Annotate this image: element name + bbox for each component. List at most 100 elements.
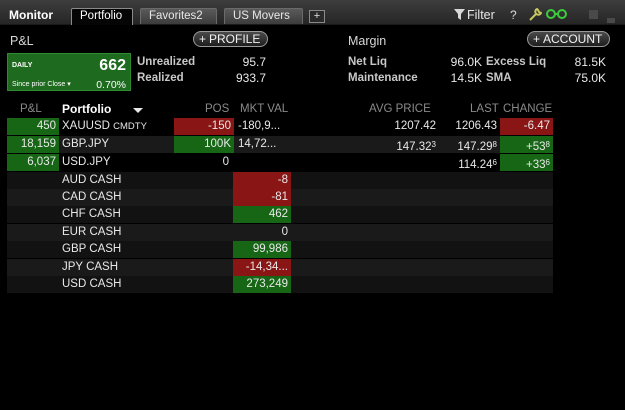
column-header-portfolio[interactable]: Portfolio xyxy=(62,102,111,116)
column-header-pnl[interactable]: P&L xyxy=(20,103,42,115)
change-cell: -6.47 xyxy=(500,118,553,135)
cash-label: CHF CASH xyxy=(62,208,121,220)
symbol-cell: GBP.JPY xyxy=(62,136,172,153)
cash-label: CAD CASH xyxy=(62,191,122,203)
last-cell: 1206.43 xyxy=(439,118,497,135)
cash-value: 273,249 xyxy=(233,276,291,293)
avg-price-cell: 147.323 xyxy=(357,136,436,153)
help-icon[interactable]: ? xyxy=(510,8,517,22)
cash-label: USD CASH xyxy=(62,278,122,290)
table-row[interactable]: AUD CASH -8 xyxy=(7,172,553,189)
table-row[interactable]: CAD CASH -81 xyxy=(7,189,553,206)
account-button[interactable]: + ACCOUNT xyxy=(527,31,611,47)
profile-button-label: PROFILE xyxy=(209,32,261,46)
since-prior-close-selector[interactable]: Since prior Close ▾ xyxy=(12,80,71,88)
daily-pnl-value: 662 xyxy=(99,57,126,74)
plus-icon: + xyxy=(199,32,207,46)
filter-label: Filter xyxy=(467,8,495,22)
sort-chevron-down-icon[interactable] xyxy=(133,108,143,113)
resize-icon[interactable] xyxy=(607,12,615,26)
table-row[interactable]: USD CASH 273,249 xyxy=(7,276,553,293)
tab-favorites2[interactable]: Favorites2 xyxy=(140,8,217,24)
cash-value: -8 xyxy=(233,172,291,189)
pnl-cell: 6,037 xyxy=(7,154,59,171)
link-icon[interactable] xyxy=(545,8,569,23)
table-row[interactable]: 6,037 USD.JPY 0 114.246 +336 xyxy=(7,154,553,171)
contract-type: CMDTY xyxy=(113,121,147,132)
last-pip: 8 xyxy=(492,140,497,149)
account-button-label: ACCOUNT xyxy=(543,32,603,46)
add-tab-button[interactable]: + xyxy=(309,10,325,23)
tab-label: Favorites2 xyxy=(149,10,203,22)
sma-value: 75.0K xyxy=(574,71,606,85)
daily-label: DAILY xyxy=(12,62,33,69)
symbol-label: GBP.JPY xyxy=(62,138,110,150)
last-value: 1206.43 xyxy=(455,120,497,132)
cash-value: 99,986 xyxy=(233,241,291,258)
cash-value: -81 xyxy=(233,189,291,206)
chevron-down-icon: ▾ xyxy=(67,81,71,88)
realized-label: Realized xyxy=(137,72,184,84)
tab-label: Portfolio xyxy=(80,10,123,22)
table-row[interactable]: CHF CASH 462 xyxy=(7,206,553,223)
daily-pnl-box: DAILY 662 Since prior Close ▾ 0.70% xyxy=(7,53,131,91)
last-cell: 147.298 xyxy=(439,136,497,153)
daily-pnl-percent: 0.70% xyxy=(96,79,126,91)
mkt-val-cell: -180,9... xyxy=(238,120,281,132)
profile-button[interactable]: + PROFILE xyxy=(193,31,269,47)
last-pip: 6 xyxy=(492,158,497,167)
excess-liq-value: 81.5K xyxy=(574,55,606,69)
change-pip: 6 xyxy=(545,158,550,167)
change-cell: +336 xyxy=(500,154,553,171)
since-label: Since prior Close xyxy=(12,81,66,88)
pos-cell: -150 xyxy=(174,118,234,135)
mkt-val-cell xyxy=(236,154,292,171)
title-bar: Monitor Portfolio Favorites2 US Movers +… xyxy=(0,0,625,25)
column-header-pos[interactable]: POS xyxy=(205,103,229,115)
symbol-cell: XAUUSD CMDTY xyxy=(62,118,172,135)
cash-label: EUR CASH xyxy=(62,226,122,238)
cash-value: -14,34... xyxy=(233,259,291,276)
pos-cell: 0 xyxy=(222,156,229,168)
cash-label: GBP CASH xyxy=(62,243,122,255)
table-row[interactable]: GBP CASH 99,986 xyxy=(7,241,553,258)
minimize-icon[interactable] xyxy=(589,8,598,22)
wrench-icon[interactable] xyxy=(529,7,543,24)
filter-button[interactable]: Filter xyxy=(454,8,495,22)
pnl-cell: 450 xyxy=(7,118,59,135)
realized-value: 933.7 xyxy=(235,71,266,85)
pnl-cell: 18,159 xyxy=(7,136,59,153)
column-header-avg-price[interactable]: AVG PRICE xyxy=(369,103,431,115)
margin-section-label: Margin xyxy=(348,34,387,48)
cash-label: AUD CASH xyxy=(62,174,122,186)
pos-cell: 100K xyxy=(174,136,234,153)
avg-price-cell: 1207.42 xyxy=(357,118,436,135)
symbol-label: XAUUSD xyxy=(62,120,110,132)
avg-price-cell xyxy=(357,154,436,171)
net-liq-label: Net Liq xyxy=(348,56,387,68)
table-row[interactable]: EUR CASH 0 xyxy=(7,224,553,241)
unrealized-label: Unrealized xyxy=(137,56,196,68)
net-liq-value: 96.0K xyxy=(450,55,482,69)
tab-portfolio[interactable]: Portfolio xyxy=(71,8,133,25)
symbol-label: USD.JPY xyxy=(62,156,111,168)
window-title: Monitor xyxy=(9,8,53,22)
table-row[interactable]: 450 XAUUSD CMDTY -150 -180,9... 1207.42 … xyxy=(7,118,553,135)
change-value: +53 xyxy=(526,141,546,153)
column-header-last[interactable]: LAST xyxy=(470,103,499,115)
change-value: -6.47 xyxy=(523,120,550,132)
last-value: 114.24 xyxy=(458,159,493,171)
table-row[interactable]: JPY CASH -14,34... xyxy=(7,259,553,276)
avg-price-value: 147.32 xyxy=(396,141,432,153)
cash-value: 462 xyxy=(233,206,291,223)
change-cell: +538 xyxy=(500,136,553,153)
column-header-change[interactable]: CHANGE xyxy=(503,103,552,115)
maintenance-value: 14.5K xyxy=(450,71,482,85)
table-row[interactable]: 18,159 GBP.JPY 100K 14,72... 147.323 147… xyxy=(7,136,553,153)
pnl-section-label: P&L xyxy=(10,34,34,48)
tab-us-movers[interactable]: US Movers xyxy=(224,8,303,24)
avg-price-pip: 3 xyxy=(431,140,436,149)
cash-label: JPY CASH xyxy=(62,261,119,273)
tab-label: US Movers xyxy=(233,10,290,22)
column-header-mkt-val[interactable]: MKT VAL xyxy=(240,103,288,115)
